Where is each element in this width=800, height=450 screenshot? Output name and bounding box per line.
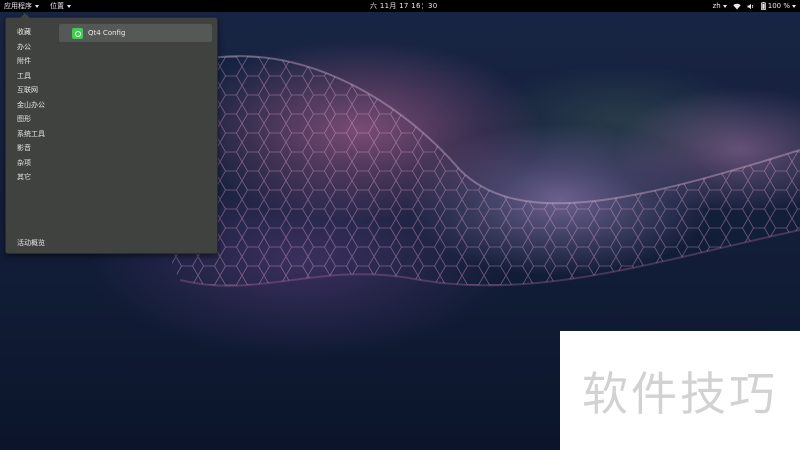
category-graphics[interactable]: 图形 — [17, 114, 45, 129]
watermark-text: 软件技巧 — [582, 366, 778, 421]
volume-icon — [747, 3, 753, 9]
applications-menu-label: 应用程序 — [4, 2, 32, 10]
applications-menu-popup: 收藏 办公 附件 工具 互联网 金山办公 图形 系统工具 影音 杂项 其它 活动… — [5, 13, 218, 254]
activities-overview-link[interactable]: 活动概览 — [17, 238, 45, 248]
battery-indicator[interactable]: 100 % — [760, 0, 796, 12]
qt-icon — [72, 27, 83, 39]
app-item-label: Qt4 Config — [88, 29, 126, 37]
clock[interactable]: 六 11月 17 16：30 — [370, 0, 438, 12]
category-internet[interactable]: 互联网 — [17, 85, 45, 100]
dropdown-arrow-icon — [722, 4, 727, 8]
category-sound-video[interactable]: 影音 — [17, 143, 45, 158]
category-system-tools[interactable]: 系统工具 — [17, 129, 45, 144]
category-other[interactable]: 其它 — [17, 172, 45, 187]
dropdown-arrow-icon — [67, 4, 71, 8]
system-tray[interactable]: zh 100 % — [713, 0, 796, 12]
category-favorites[interactable]: 收藏 — [17, 27, 45, 42]
category-office[interactable]: 办公 — [17, 42, 45, 57]
input-method-indicator[interactable]: zh — [713, 0, 727, 12]
dropdown-arrow-icon — [35, 4, 39, 8]
top-bar: 应用程序 位置 六 11月 17 16：30 zh 100 % — [0, 0, 800, 12]
watermark: 软件技巧 — [560, 331, 800, 450]
category-wps-office[interactable]: 金山办公 — [17, 100, 45, 115]
places-menu-label: 位置 — [50, 2, 64, 10]
wifi-icon — [733, 3, 741, 9]
applications-menu-button[interactable]: 应用程序 — [4, 0, 39, 12]
battery-icon — [760, 2, 766, 10]
app-item-qt4-config[interactable]: Qt4 Config — [59, 24, 212, 42]
category-accessories[interactable]: 附件 — [17, 56, 45, 71]
places-menu-button[interactable]: 位置 — [50, 0, 71, 12]
battery-percent: 100 % — [767, 2, 790, 10]
category-list: 收藏 办公 附件 工具 互联网 金山办公 图形 系统工具 影音 杂项 其它 — [17, 27, 45, 187]
language-label: zh — [712, 2, 721, 10]
category-utilities[interactable]: 工具 — [17, 71, 45, 86]
category-sundry[interactable]: 杂项 — [17, 158, 45, 173]
popup-caret — [20, 13, 30, 18]
chevron-down-icon — [792, 4, 796, 8]
